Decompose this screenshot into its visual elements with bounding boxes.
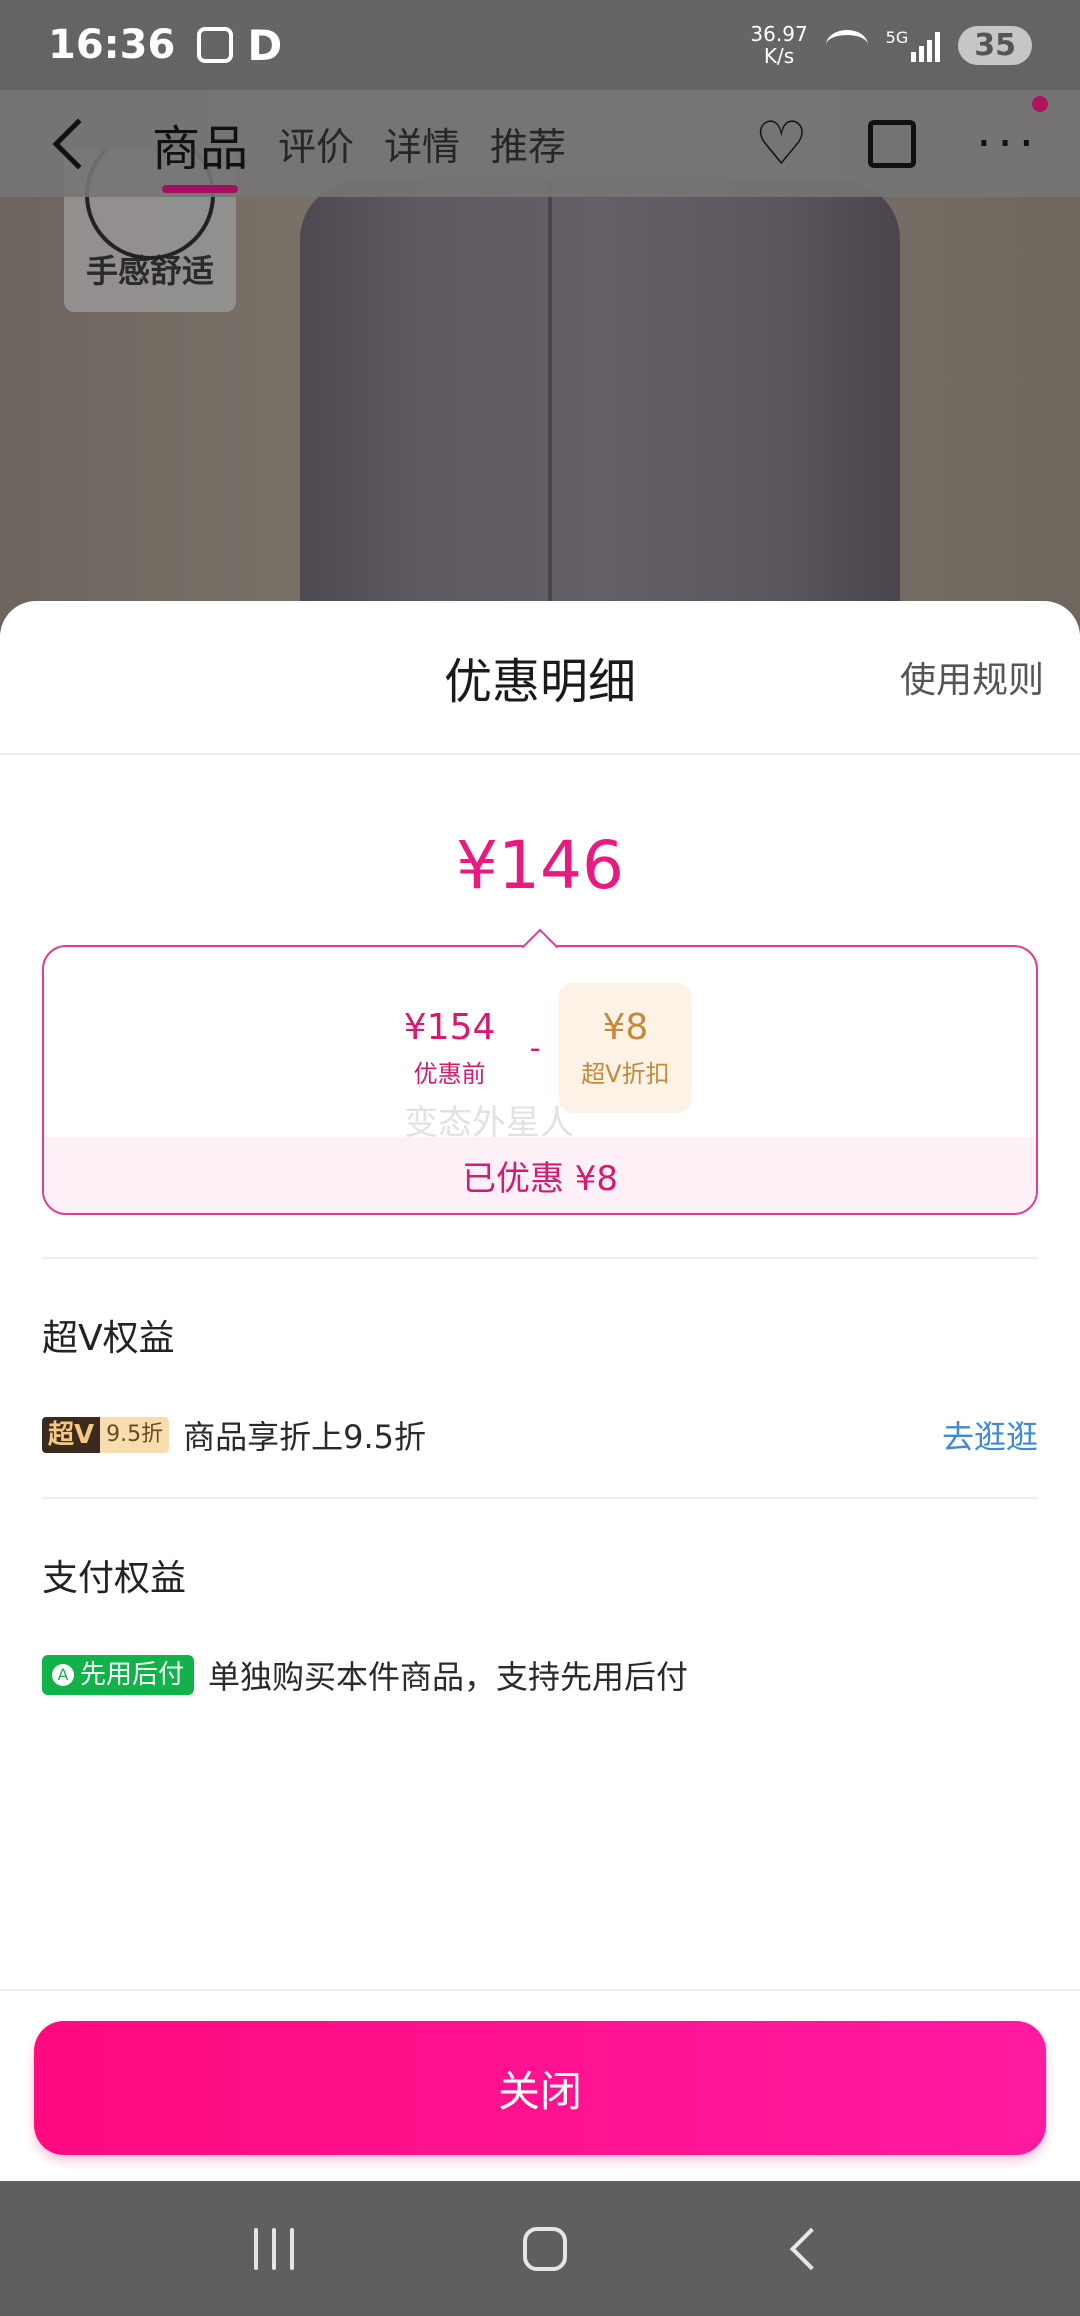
favorite-add-icon[interactable]: ♡: [754, 114, 808, 174]
speed-value: 36.97: [750, 22, 808, 46]
tab-recommend[interactable]: 推荐: [490, 116, 566, 171]
payment-benefit: A 先用后付 单独购买本件商品，支持先用后付: [42, 1655, 1038, 1696]
notification-dot: [1032, 95, 1048, 112]
signal-icon: 5G: [886, 28, 941, 62]
tab-details[interactable]: 详情: [384, 116, 460, 171]
wifi-icon: [825, 30, 868, 60]
final-price: ¥146: [456, 827, 624, 904]
back-icon[interactable]: [52, 118, 104, 169]
super-v-benefit-text: 商品享折上9.5折: [183, 1418, 427, 1456]
original-price: ¥154 优惠前: [388, 1007, 512, 1089]
share-icon[interactable]: [868, 119, 917, 168]
discount-amount: ¥8: [602, 1007, 649, 1048]
super-v-title: 超V权益: [42, 1318, 175, 1359]
browse-link[interactable]: 去逛逛: [942, 1412, 1038, 1458]
network-type: 5G: [885, 28, 909, 47]
divider: [42, 1497, 1038, 1499]
home-icon[interactable]: [522, 2226, 567, 2271]
sheet-header: 优惠明细 使用规则: [0, 601, 1080, 755]
pay-later-badge: A 先用后付: [42, 1655, 195, 1695]
super-v-discount: ¥8 超V折扣: [558, 983, 693, 1113]
tab-product[interactable]: 商品: [152, 109, 248, 193]
price-breakdown-card: ¥154 优惠前 - ¥8 超V折扣 变态外星人 已优惠 ¥8: [42, 945, 1038, 1215]
payment-title: 支付权益: [42, 1558, 187, 1599]
more-icon[interactable]: ···: [976, 95, 1048, 172]
super-v-badge-rate: 9.5折: [100, 1417, 170, 1453]
sheet-footer: 关闭: [0, 1989, 1080, 2181]
discount-detail-sheet: 优惠明细 使用规则 ¥146 ¥154 优惠前 - ¥8 超V折扣 变态外星人 …: [0, 601, 1080, 2181]
super-v-benefit: 超V 9.5折 商品享折上9.5折 去逛逛: [42, 1412, 1038, 1458]
close-button[interactable]: 关闭: [34, 2021, 1046, 2155]
original-price-label: 优惠前: [413, 1060, 486, 1088]
product-nav-bar: 商品 评价 详情 推荐 ♡ ···: [0, 90, 1080, 197]
tab-reviews[interactable]: 评价: [278, 116, 354, 171]
super-v-badge-main: 超V: [42, 1417, 101, 1453]
network-speed: 36.97 K/s: [750, 23, 807, 67]
payment-benefit-text: 单独购买本件商品，支持先用后付: [208, 1658, 689, 1696]
minus-sign: -: [529, 1030, 541, 1066]
d-app-icon: D: [247, 20, 283, 70]
system-nav-bar: [0, 2181, 1080, 2316]
divider: [42, 1257, 1038, 1259]
sheet-title: 优惠明细: [443, 654, 636, 710]
recent-apps-icon[interactable]: [254, 2227, 295, 2270]
saved-amount: 已优惠 ¥8: [44, 1137, 1036, 1213]
system-back-icon[interactable]: [789, 2227, 832, 2270]
payment-section: 支付权益 A 先用后付 单独购买本件商品，支持先用后付: [0, 1549, 1080, 1696]
status-time: 16:36: [48, 22, 176, 68]
usage-rules-link[interactable]: 使用规则: [900, 651, 1044, 703]
speed-unit: K/s: [763, 44, 795, 68]
pay-later-icon: A: [52, 1664, 74, 1686]
original-price-amount: ¥154: [403, 1007, 496, 1048]
pay-later-label: 先用后付: [80, 1660, 185, 1690]
discount-label: 超V折扣: [581, 1060, 670, 1088]
status-bar: 16:36 D 36.97 K/s 5G 35: [0, 0, 1080, 90]
super-v-section: 超V权益 超V 9.5折 商品享折上9.5折 去逛逛: [0, 1309, 1080, 1458]
screenshot-icon: [197, 27, 234, 63]
battery-indicator: 35: [958, 25, 1032, 65]
super-v-badge: 超V 9.5折: [42, 1417, 170, 1453]
